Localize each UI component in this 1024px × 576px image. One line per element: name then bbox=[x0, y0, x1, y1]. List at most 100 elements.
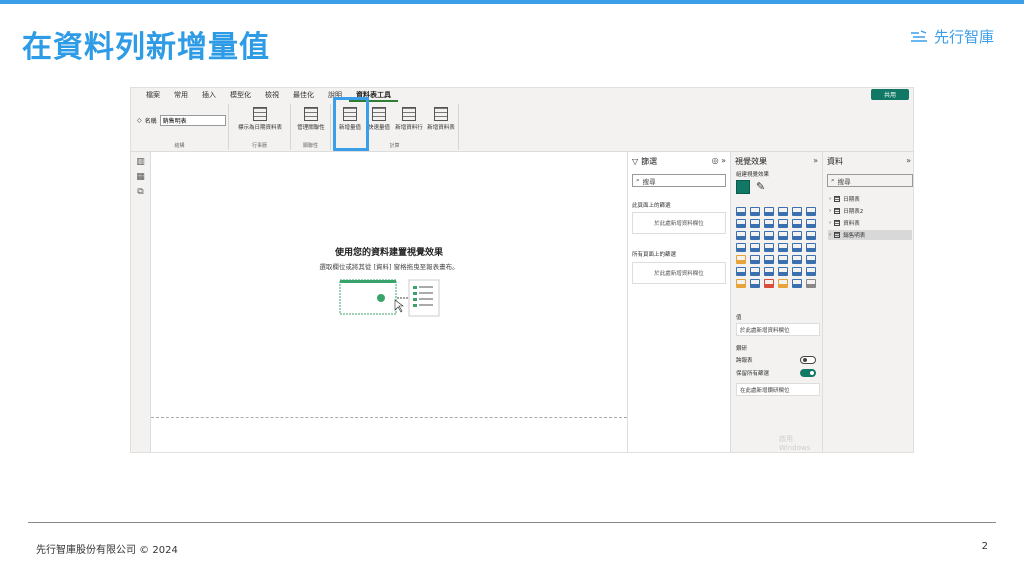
mark-date-table-button[interactable]: 標示為日期資料表 bbox=[233, 107, 287, 131]
table-item-data[interactable]: › 資料表 bbox=[828, 218, 912, 228]
quick-measure-button[interactable]: 快速量值 bbox=[366, 107, 392, 131]
visual-type-icon[interactable] bbox=[764, 219, 774, 228]
data-search-input[interactable]: ⌕ 搜尋 bbox=[827, 174, 913, 187]
page-filters-label: 此頁面上的篩選 bbox=[632, 203, 671, 209]
report-canvas[interactable]: 使用您的資料建置視覺效果 選取欄位或將其從 [資料] 窗格拖曳至報表畫布。 bbox=[151, 152, 627, 452]
visual-type-icon[interactable] bbox=[792, 219, 802, 228]
visual-type-icon[interactable] bbox=[750, 243, 760, 252]
keep-filters-toggle[interactable] bbox=[800, 369, 816, 377]
visualizations-pane: 視覺效果 » 組建視覺效果 ✎ 值 於此處新增資料欄位 鑽研 跨報表 保留所有篩… bbox=[730, 152, 822, 452]
tab-view[interactable]: 檢視 bbox=[258, 88, 286, 102]
visual-type-icon[interactable] bbox=[792, 279, 802, 288]
visual-type-icon[interactable] bbox=[750, 219, 760, 228]
drillthrough-drop-zone[interactable]: 在此處新增鑽研欄位 bbox=[736, 383, 820, 396]
visual-type-icon[interactable] bbox=[736, 219, 746, 228]
name-field: ◇ 名稱 bbox=[137, 115, 226, 126]
visual-type-icon[interactable] bbox=[750, 267, 760, 276]
empty-canvas-illustration bbox=[339, 279, 440, 317]
new-table-button[interactable]: 新增資料表 bbox=[425, 107, 457, 131]
visual-type-icon[interactable] bbox=[778, 255, 788, 264]
visual-type-icon[interactable] bbox=[750, 231, 760, 240]
visual-type-icon[interactable] bbox=[736, 243, 746, 252]
visual-type-icon[interactable] bbox=[792, 243, 802, 252]
visual-type-icon[interactable] bbox=[764, 243, 774, 252]
visual-type-icon[interactable] bbox=[792, 231, 802, 240]
visual-type-icon[interactable] bbox=[764, 231, 774, 240]
relationships-icon bbox=[304, 107, 318, 121]
tab-insert[interactable]: 插入 bbox=[195, 88, 223, 102]
visual-type-icon[interactable] bbox=[764, 267, 774, 276]
search-icon: ⌕ bbox=[636, 176, 640, 184]
new-column-button[interactable]: 新增資料行 bbox=[393, 107, 425, 131]
visual-type-icon[interactable] bbox=[778, 267, 788, 276]
all-pages-filters-drop-zone[interactable]: 於此處新增資料欄位 bbox=[632, 262, 726, 284]
visual-type-icon[interactable] bbox=[806, 279, 816, 288]
visual-type-icon[interactable] bbox=[778, 219, 788, 228]
visual-type-icon[interactable] bbox=[778, 243, 788, 252]
tab-home[interactable]: 常用 bbox=[167, 88, 195, 102]
group-structure: ◇ 名稱 結構 bbox=[131, 104, 229, 150]
visual-type-icon[interactable] bbox=[736, 255, 746, 264]
visual-type-icon[interactable] bbox=[736, 267, 746, 276]
new-column-label: 新增資料行 bbox=[395, 125, 423, 131]
group-calendar: 標示為日期資料表 行事曆 bbox=[229, 104, 291, 150]
tab-file[interactable]: 檔案 bbox=[139, 88, 167, 102]
group-label-relationships: 關聯性 bbox=[302, 143, 318, 149]
share-button[interactable]: 共用 bbox=[871, 89, 909, 100]
all-pages-filters-label: 所有頁面上的篩選 bbox=[632, 252, 677, 258]
visual-type-icon[interactable] bbox=[778, 279, 788, 288]
visual-type-icon[interactable] bbox=[750, 279, 760, 288]
visual-type-icon[interactable] bbox=[792, 255, 802, 264]
name-label: 名稱 bbox=[144, 118, 157, 125]
visual-type-icon[interactable] bbox=[736, 231, 746, 240]
visual-type-icon[interactable] bbox=[736, 207, 746, 216]
filters-search-input[interactable]: ⌕ 搜尋 bbox=[632, 174, 726, 187]
table-item-sales[interactable]: › 銷售明表 bbox=[828, 230, 912, 240]
visual-type-icon[interactable] bbox=[792, 267, 802, 276]
powerbi-screenshot: 檔案 常用 插入 模型化 檢視 最佳化 說明 資料表工具 共用 ◇ 名稱 結構 … bbox=[130, 87, 914, 453]
filters-pane: ▽ 篩選 ◎ » ⌕ 搜尋 此頁面上的篩選 於此處新增資料欄位 所有頁面上的篩選… bbox=[627, 152, 730, 452]
collapse-visualizations-icon[interactable]: » bbox=[813, 156, 818, 165]
table-item-date[interactable]: › 日期表 bbox=[828, 194, 912, 204]
collapse-data-icon[interactable]: » bbox=[906, 156, 911, 165]
table-name: 資料表 bbox=[843, 221, 860, 227]
visual-type-icon[interactable] bbox=[764, 207, 774, 216]
visualizations-header: 視覺效果 bbox=[735, 156, 767, 167]
visual-type-icon[interactable] bbox=[750, 207, 760, 216]
visual-type-icon[interactable] bbox=[806, 267, 816, 276]
report-view-icon[interactable]: ▥ bbox=[136, 158, 146, 167]
name-input[interactable] bbox=[159, 115, 226, 126]
data-pane: 資料 » ⌕ 搜尋 › 日期表 › 日期表2 › 資料表 › 銷售明表 bbox=[822, 152, 913, 452]
visual-type-icon[interactable] bbox=[750, 255, 760, 264]
visual-type-icon[interactable] bbox=[806, 231, 816, 240]
search-icon: ⌕ bbox=[831, 176, 835, 184]
visual-type-icon[interactable] bbox=[806, 255, 816, 264]
cross-report-label: 跨報表 bbox=[736, 358, 753, 364]
tab-optimize[interactable]: 最佳化 bbox=[286, 88, 321, 102]
values-drop-zone[interactable]: 於此處新增資料欄位 bbox=[736, 323, 820, 336]
table-item-date2[interactable]: › 日期表2 bbox=[828, 206, 912, 216]
data-search-placeholder: 搜尋 bbox=[837, 177, 851, 186]
collapse-filters-icon[interactable]: ◎ » bbox=[712, 156, 726, 165]
cross-report-toggle[interactable] bbox=[800, 356, 816, 364]
visual-types-grid bbox=[736, 207, 818, 288]
format-visual-icon[interactable]: ✎ bbox=[756, 180, 770, 194]
visual-type-icon[interactable] bbox=[778, 231, 788, 240]
visual-type-icon[interactable] bbox=[792, 207, 802, 216]
visual-type-icon[interactable] bbox=[764, 255, 774, 264]
table-view-icon[interactable]: ▦ bbox=[136, 173, 146, 182]
visual-type-icon[interactable] bbox=[806, 207, 816, 216]
model-view-icon[interactable]: ⧉ bbox=[136, 188, 146, 197]
visual-type-icon[interactable] bbox=[736, 279, 746, 288]
tab-modeling[interactable]: 模型化 bbox=[223, 88, 258, 102]
visual-type-icon[interactable] bbox=[806, 243, 816, 252]
page-filters-drop-zone[interactable]: 於此處新增資料欄位 bbox=[632, 212, 726, 234]
new-table-icon bbox=[434, 107, 448, 121]
manage-relationships-button[interactable]: 管理關聯性 bbox=[293, 107, 329, 131]
windows-watermark: 啟用 Windows bbox=[779, 435, 811, 452]
visual-type-icon[interactable] bbox=[764, 279, 774, 288]
visual-type-icon[interactable] bbox=[778, 207, 788, 216]
new-table-label: 新增資料表 bbox=[427, 125, 455, 131]
build-visual-icon[interactable] bbox=[736, 180, 750, 194]
visual-type-icon[interactable] bbox=[806, 219, 816, 228]
